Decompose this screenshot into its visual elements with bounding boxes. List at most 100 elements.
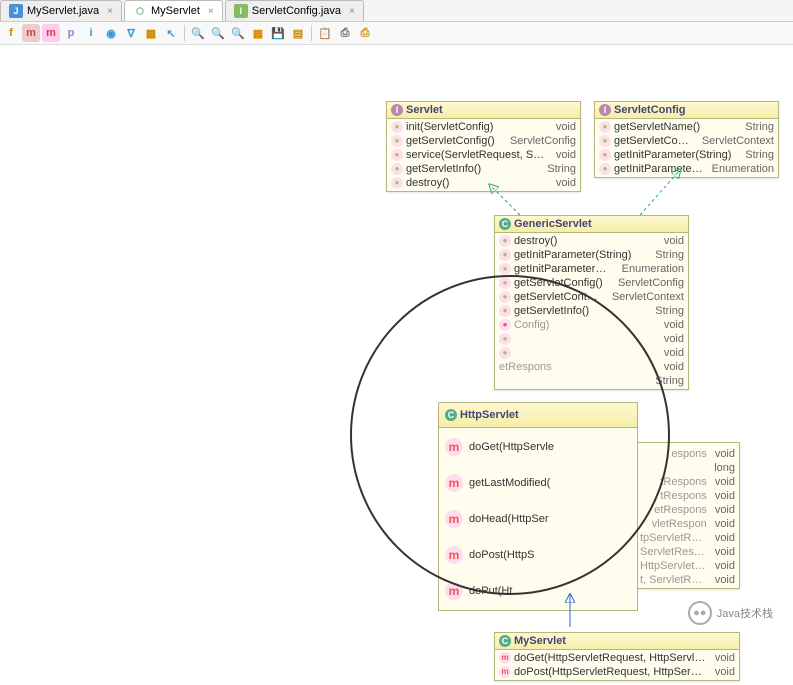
toolbar-button[interactable]: ▦: [249, 24, 267, 42]
member-name: doGet(HttpServle: [469, 433, 631, 461]
class-body: mdoGet(HttpServle m getLastModified( mdoHea…: [439, 428, 637, 610]
class-member[interactable]: mdoGet(HttpServle: [439, 429, 637, 465]
class-member[interactable]: ●init(ServletConfig)void: [387, 120, 580, 134]
class-member[interactable]: etResponsvoid: [495, 360, 688, 374]
toolbar-button[interactable]: i: [82, 24, 100, 42]
member-return: ServletContext: [612, 290, 684, 304]
class-member[interactable]: mdoPost(HttpServletRequest, HttpServletR…: [495, 665, 739, 679]
return-row: HttpServletResponsvoid: [636, 559, 739, 573]
class-member[interactable]: ●getServletContext()ServletContext: [495, 290, 688, 304]
class-servlet[interactable]: IServlet●init(ServletConfig)void●getServ…: [386, 101, 581, 192]
class-member[interactable]: ●getInitParameter(String)String: [495, 248, 688, 262]
class-member[interactable]: mdoHead(HttpSer: [439, 501, 637, 537]
member-return: void: [664, 234, 684, 248]
member-return: String: [655, 374, 684, 388]
toolbar-button[interactable]: 🔍: [189, 24, 207, 42]
toolbar-button[interactable]: p: [62, 24, 80, 42]
return-type: void: [715, 545, 735, 559]
toolbar-button[interactable]: ▦: [142, 24, 160, 42]
class-member[interactable]: ●destroy()void: [387, 176, 580, 190]
return-row: vletResponvoid: [636, 517, 739, 531]
class-member[interactable]: mdoPut(Ht: [439, 573, 637, 609]
toolbar-button[interactable]: ↖: [162, 24, 180, 42]
type-icon: C: [499, 218, 511, 230]
return-type: void: [715, 447, 735, 461]
class-member[interactable]: ●getServletName()String: [595, 120, 778, 134]
class-name: Servlet: [406, 104, 443, 116]
class-member[interactable]: ●getServletConfig()ServletConfig: [387, 134, 580, 148]
toolbar-button[interactable]: m: [42, 24, 60, 42]
return-type: void: [715, 503, 735, 517]
toolbar-button[interactable]: 💾: [269, 24, 287, 42]
toolbar-button[interactable]: ▤: [289, 24, 307, 42]
member-name: getServletContext(): [514, 290, 604, 304]
return-row: etResponsvoid: [636, 503, 739, 517]
class-httpservlet-magnified[interactable]: CHttpServletmdoGet(HttpServle m getLastMod…: [438, 402, 638, 611]
member-icon: ●: [499, 347, 511, 359]
class-body: ●getServletName()String●getServletContex…: [595, 119, 778, 177]
member-name: getInitParameterNames(): [614, 162, 704, 176]
member-return: void: [664, 360, 684, 374]
class-member[interactable]: String: [495, 374, 688, 388]
tab-servletconfig-java[interactable]: IServletConfig.java×: [225, 0, 364, 21]
toolbar-button[interactable]: 🔍: [229, 24, 247, 42]
member-return: ServletContext: [702, 134, 774, 148]
member-icon: ●: [499, 277, 511, 289]
class-title: CHttpServlet: [439, 403, 637, 428]
class-member[interactable]: mdoGet(HttpServletRequest, HttpServlet..…: [495, 651, 739, 665]
class-body: mdoGet(HttpServletRequest, HttpServlet..…: [495, 650, 739, 680]
member-name: getServletInfo(): [406, 162, 539, 176]
toolbar-button[interactable]: ⎙: [356, 24, 374, 42]
diagram-canvas[interactable]: IServlet●init(ServletConfig)void●getServ…: [0, 45, 793, 645]
class-member[interactable]: ●void: [495, 332, 688, 346]
member-name: getInitParameter(String): [614, 148, 737, 162]
close-icon[interactable]: ×: [107, 6, 113, 17]
class-member[interactable]: ●destroy()void: [495, 234, 688, 248]
member-icon: ●: [499, 333, 511, 345]
class-member[interactable]: ●service(ServletRequest, ServletResponsv…: [387, 148, 580, 162]
member-return: ServletConfig: [510, 134, 576, 148]
return-type: void: [715, 489, 735, 503]
return-suffix: tRespons: [640, 475, 707, 489]
class-myservlet[interactable]: CMyServletmdoGet(HttpServletRequest, Htt…: [494, 632, 740, 681]
class-member[interactable]: ●getInitParameter(String)String: [595, 148, 778, 162]
toolbar-button[interactable]: ∇: [122, 24, 140, 42]
member-return: void: [664, 346, 684, 360]
class-member[interactable]: ●Config)void: [495, 318, 688, 332]
class-member[interactable]: m getLastModified(: [439, 465, 637, 501]
member-icon: m: [445, 474, 463, 492]
toolbar-separator: [311, 25, 312, 41]
class-member[interactable]: ●getServletInfo()String: [387, 162, 580, 176]
class-member[interactable]: ●getInitParameterNames()Enumeration: [495, 262, 688, 276]
class-member[interactable]: mdoPost(HttpS: [439, 537, 637, 573]
toolbar-button[interactable]: m: [22, 24, 40, 42]
member-name: doGet(HttpServletRequest, HttpServlet...: [514, 651, 707, 665]
toolbar-button[interactable]: 📋: [316, 24, 334, 42]
close-icon[interactable]: ×: [208, 6, 214, 17]
tab-myservlet-java[interactable]: JMyServlet.java×: [0, 0, 122, 21]
close-icon[interactable]: ×: [349, 6, 355, 17]
class-genericservlet[interactable]: CGenericServlet●destroy()void●getInitPar…: [494, 215, 689, 390]
class-member[interactable]: ●getServletContext()ServletContext: [595, 134, 778, 148]
toolbar-button[interactable]: 🔍: [209, 24, 227, 42]
tab-myservlet[interactable]: ⬡MyServlet×: [124, 0, 223, 21]
member-return: void: [556, 148, 576, 162]
class-servletconfig[interactable]: IServletConfig●getServletName()String●ge…: [594, 101, 779, 178]
class-member[interactable]: ●getInitParameterNames()Enumeration: [595, 162, 778, 176]
return-row: tResponsvoid: [636, 489, 739, 503]
member-icon: ●: [499, 235, 511, 247]
member-icon: ●: [391, 121, 403, 133]
class-member[interactable]: ● void: [495, 346, 688, 360]
return-suffix: espons: [640, 447, 707, 461]
member-icon: ●: [499, 263, 511, 275]
member-name: getLastModified(: [469, 469, 631, 497]
member-icon: ●: [499, 319, 511, 331]
class-member[interactable]: ●getServletInfo()String: [495, 304, 688, 318]
toolbar-button[interactable]: f: [2, 24, 20, 42]
class-name: HttpServlet: [460, 409, 519, 421]
class-member[interactable]: ●getServletConfig()ServletConfig: [495, 276, 688, 290]
toolbar-button[interactable]: ◉: [102, 24, 120, 42]
member-name: doHead(HttpSer: [469, 505, 631, 533]
type-icon: I: [391, 104, 403, 116]
toolbar-button[interactable]: ⎙: [336, 24, 354, 42]
